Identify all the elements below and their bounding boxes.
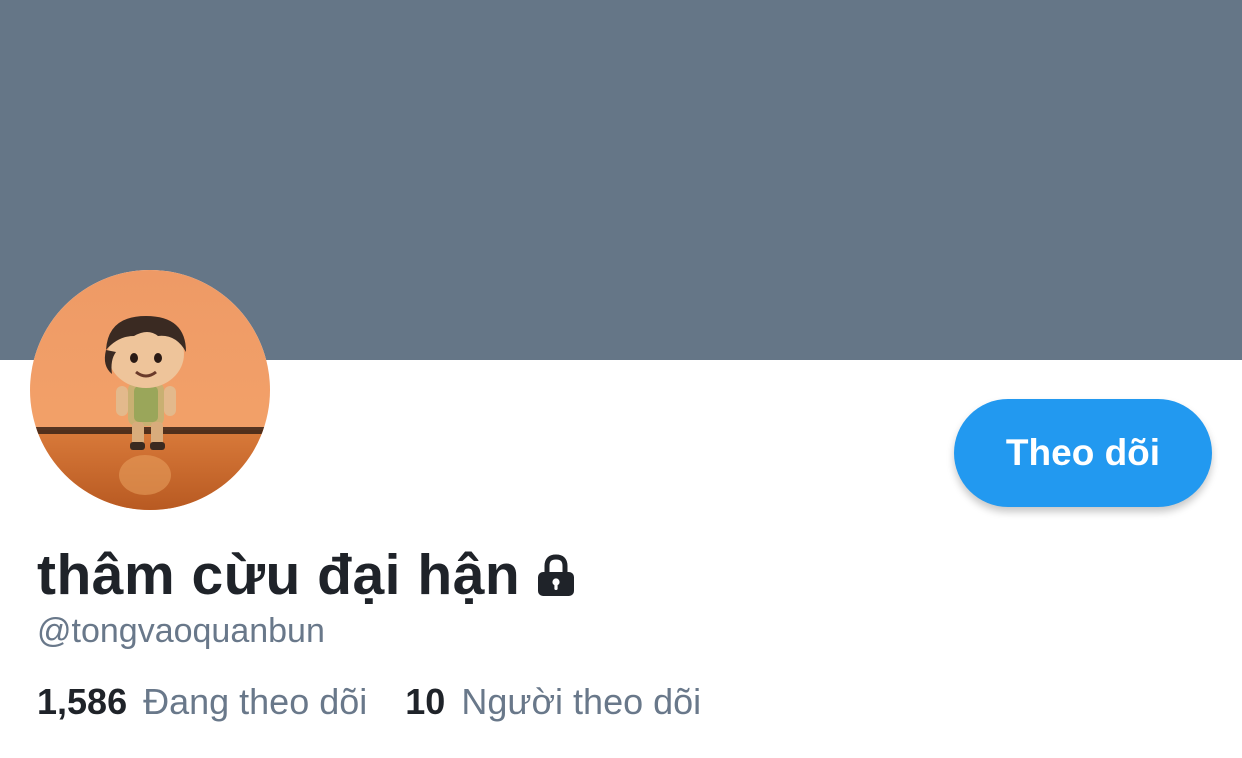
profile-stats: 1,586 Đang theo dõi 10 Người theo dõi (37, 680, 739, 724)
followers-label: Người theo dõi (461, 681, 702, 722)
profile-page: Theo dõi thâm cừu đại hận @tongvaoquanbu… (0, 0, 1242, 758)
following-stat[interactable]: 1,586 Đang theo dõi (37, 681, 367, 723)
following-count: 1,586 (37, 681, 128, 722)
followers-stat[interactable]: 10 Người theo dõi (405, 681, 701, 723)
following-label: Đang theo dõi (143, 681, 368, 722)
follow-button[interactable]: Theo dõi (954, 399, 1212, 507)
lock-icon (532, 551, 580, 599)
profile-handle: @tongvaoquanbun (37, 612, 325, 650)
followers-count: 10 (405, 681, 446, 722)
display-name: thâm cừu đại hận (37, 543, 521, 607)
avatar-image (30, 270, 270, 510)
profile-name-row: thâm cừu đại hận (37, 540, 580, 610)
avatar[interactable] (30, 270, 270, 510)
